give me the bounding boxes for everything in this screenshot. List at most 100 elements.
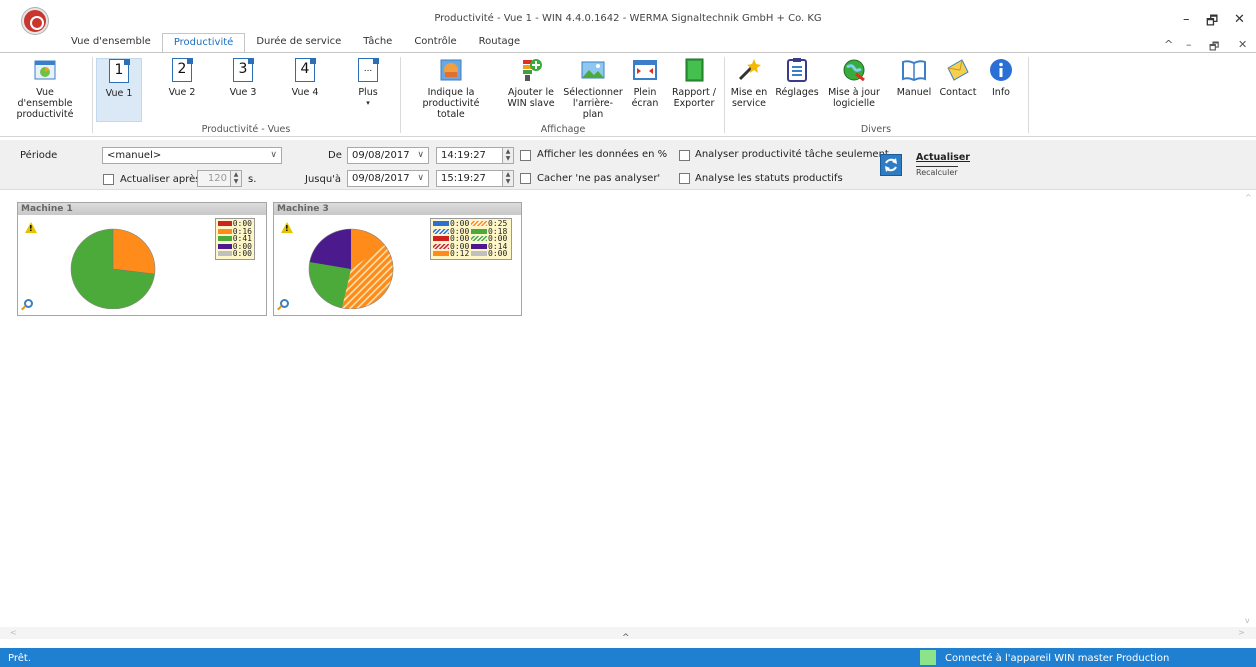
manual-button[interactable]: Manuel <box>894 58 934 98</box>
tab-vue-ensemble[interactable]: Vue d'ensemble <box>60 33 162 53</box>
refresh-after-label: Actualiser après <box>120 174 201 185</box>
tab-tache[interactable]: Tâche <box>352 33 403 53</box>
interval-unit: s. <box>248 174 257 185</box>
scroll-up-icon[interactable]: ^ <box>1245 193 1252 202</box>
legend-swatch <box>218 228 232 234</box>
more-views-glyph: ... <box>358 57 379 82</box>
legend-row: 0:00 <box>471 250 509 258</box>
analyze-productive-status-label: Analyse les statuts productifs <box>695 173 843 184</box>
view-2-button[interactable]: 2 Vue 2 <box>159 57 205 98</box>
add-slave-button[interactable]: Ajouter le WIN slave <box>502 58 560 109</box>
collapse-ribbon-icon[interactable]: ^ <box>1164 38 1173 51</box>
view-1-icon: 1 <box>107 58 131 83</box>
from-time-input[interactable]: 14:19:27 ▲ ▼ <box>436 147 514 164</box>
legend-swatch <box>218 243 232 249</box>
restore-button[interactable]: 🗗 <box>1206 12 1218 34</box>
view-3-label: Vue 3 <box>229 87 257 98</box>
settings-button[interactable]: Réglages <box>774 58 820 98</box>
tab-controle[interactable]: Contrôle <box>403 33 467 53</box>
view-1-number: 1 <box>109 58 130 83</box>
to-date-picker[interactable]: 09/08/2017 ∨ <box>347 170 429 187</box>
landscape-image-icon <box>581 58 605 82</box>
legend-value: 0:00 <box>232 249 252 259</box>
info-button[interactable]: Info <box>986 58 1016 98</box>
machine-name: Machine 3 <box>274 203 521 215</box>
refresh-after-checkbox[interactable] <box>103 174 114 185</box>
period-dropdown[interactable]: <manuel> ∨ <box>102 147 282 164</box>
commissioning-label: Mise en service <box>730 87 768 109</box>
refresh-button[interactable]: Actualiser <box>916 152 970 163</box>
zoom-magnifier-icon[interactable] <box>280 299 289 308</box>
total-productivity-button[interactable]: Indique la productivité totale <box>406 58 496 120</box>
view-1-button[interactable]: 1 Vue 1 <box>96 58 142 122</box>
contact-label: Contact <box>939 87 977 98</box>
report-export-label: Rapport / Exporter <box>672 87 716 109</box>
scroll-down-icon[interactable]: v <box>1245 616 1250 625</box>
group-separator <box>724 57 725 133</box>
show-percent-checkbox[interactable] <box>520 150 531 161</box>
legend-swatch <box>433 228 449 234</box>
report-book-icon <box>682 58 706 82</box>
tab-routage[interactable]: Routage <box>468 33 532 53</box>
tab-productivite[interactable]: Productivité <box>161 33 246 53</box>
contact-button[interactable]: Contact <box>938 58 978 98</box>
to-time-input[interactable]: 15:19:27 ▲ ▼ <box>436 170 514 187</box>
spinner-icon[interactable]: ▲ ▼ <box>230 171 241 186</box>
hide-not-analyze-checkbox[interactable] <box>520 173 531 184</box>
refresh-icon[interactable] <box>880 154 902 176</box>
scroll-right-icon[interactable]: > <box>1238 628 1245 637</box>
fullscreen-button[interactable]: Plein écran <box>628 58 662 109</box>
machine-card[interactable]: Machine 3 ! 0:00 0:00 0:00 0:00 0:12 0:2… <box>273 202 522 316</box>
legend-row: 0:00 <box>218 250 252 258</box>
commissioning-button[interactable]: Mise en service <box>728 58 770 109</box>
from-label: De <box>328 150 342 161</box>
connection-status-icon <box>920 650 936 665</box>
settings-label: Réglages <box>775 87 819 98</box>
child-close-button[interactable]: ✕ <box>1238 38 1247 51</box>
select-background-button[interactable]: Sélectionner l'arrière-plan <box>562 58 624 120</box>
analyze-productive-status-checkbox[interactable] <box>679 173 690 184</box>
overview-productivity-button[interactable]: Vue d'ensemble productivité <box>2 58 88 120</box>
view-2-number: 2 <box>172 57 193 82</box>
zoom-magnifier-icon[interactable] <box>24 299 33 308</box>
magic-wand-icon <box>737 58 761 82</box>
collapse-panel-icon[interactable]: ^ <box>622 633 630 643</box>
ribbon: Vue d'ensemble productivité 1 Vue 1 2 Vu… <box>0 53 1256 137</box>
to-time-value: 15:19:27 <box>441 173 486 184</box>
tab-duree-service[interactable]: Durée de service <box>245 33 352 53</box>
from-date-picker[interactable]: 09/08/2017 ∨ <box>347 147 429 164</box>
machine-1-pie-chart <box>70 228 156 309</box>
analyze-task-only-checkbox[interactable] <box>679 150 690 161</box>
legend-swatch <box>433 236 449 242</box>
refresh-interval-input[interactable]: 120 ▲ ▼ <box>197 170 242 187</box>
chevron-down-icon: ∨ <box>417 173 424 183</box>
legend-swatch <box>471 236 487 242</box>
legend-swatch <box>218 251 232 257</box>
warning-icon: ! <box>25 222 37 233</box>
machine-card[interactable]: Machine 1 ! 0:00 0:16 0:41 0:00 0:00 <box>17 202 267 316</box>
software-update-button[interactable]: Mise à jour logicielle <box>822 58 886 109</box>
vertical-scrollbar[interactable]: ^ v <box>1242 191 1256 631</box>
legend-column: 0:00 0:00 0:00 0:00 0:12 <box>433 220 471 258</box>
plus-dropdown-button[interactable]: ... Plus ▾ <box>345 57 391 109</box>
machine-1-legend: 0:00 0:16 0:41 0:00 0:00 <box>215 218 255 260</box>
total-productivity-icon <box>439 58 463 82</box>
spinner-icon[interactable]: ▲ ▼ <box>502 148 513 163</box>
legend-swatch <box>471 228 487 234</box>
legend-row: 0:12 <box>433 250 471 258</box>
view-4-button[interactable]: 4 Vue 4 <box>282 57 328 98</box>
add-slave-label: Ajouter le WIN slave <box>507 87 555 109</box>
fullscreen-icon <box>633 58 657 82</box>
recalculate-button[interactable]: Recalculer <box>916 166 958 177</box>
legend-column: 0:25 0:18 0:00 0:14 0:00 <box>471 220 509 258</box>
spinner-icon[interactable]: ▲ ▼ <box>502 171 513 186</box>
close-button[interactable]: ✕ <box>1234 12 1245 27</box>
view-3-button[interactable]: 3 Vue 3 <box>220 57 266 98</box>
report-export-button[interactable]: Rapport / Exporter <box>668 58 720 109</box>
from-date-value: 09/08/2017 <box>352 150 410 161</box>
child-minimize-button[interactable]: – <box>1186 38 1192 51</box>
manual-label: Manuel <box>896 87 932 98</box>
minimize-button[interactable]: – <box>1183 12 1190 27</box>
scroll-left-icon[interactable]: < <box>10 628 17 637</box>
overview-label: Vue d'ensemble productivité <box>16 87 74 120</box>
